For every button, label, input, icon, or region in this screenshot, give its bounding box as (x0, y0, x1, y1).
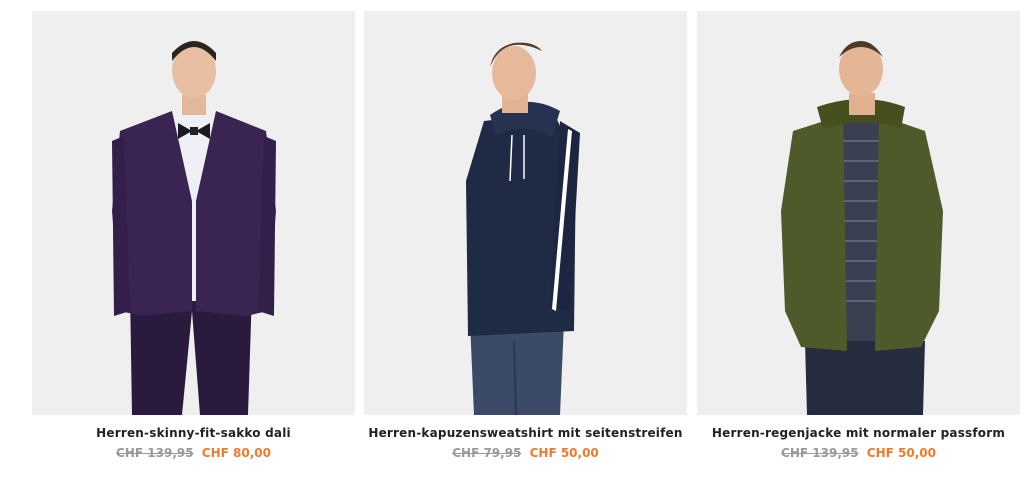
price-row: CHF 79,95 CHF 50,00 (364, 446, 687, 460)
product-grid: Herren-skinny-fit-sakko dali CHF 139,95 … (0, 0, 1024, 479)
model-in-suit-illustration (112, 41, 276, 415)
product-card[interactable]: Herren-regenjacke mit normaler passform … (697, 11, 1020, 460)
price-row: CHF 139,95 CHF 50,00 (697, 446, 1020, 460)
product-card[interactable]: Herren-kapuzensweatshirt mit seitenstrei… (364, 11, 687, 460)
sale-price: CHF 50,00 (529, 446, 599, 460)
model-in-raincoat-illustration (781, 41, 943, 415)
model-in-hoodie-illustration (466, 42, 580, 415)
original-price: CHF 139,95 (781, 446, 859, 460)
product-image-suit[interactable] (32, 11, 355, 415)
product-title[interactable]: Herren-kapuzensweatshirt mit seitenstrei… (364, 426, 687, 440)
product-image-hoodie[interactable] (364, 11, 687, 415)
product-title[interactable]: Herren-regenjacke mit normaler passform (697, 426, 1020, 440)
sale-price: CHF 50,00 (866, 446, 936, 460)
product-title[interactable]: Herren-skinny-fit-sakko dali (32, 426, 355, 440)
product-card[interactable]: Herren-skinny-fit-sakko dali CHF 139,95 … (32, 11, 355, 460)
original-price: CHF 139,95 (116, 446, 194, 460)
product-image-raincoat[interactable] (697, 11, 1020, 415)
original-price: CHF 79,95 (452, 446, 522, 460)
sale-price: CHF 80,00 (201, 446, 271, 460)
price-row: CHF 139,95 CHF 80,00 (32, 446, 355, 460)
